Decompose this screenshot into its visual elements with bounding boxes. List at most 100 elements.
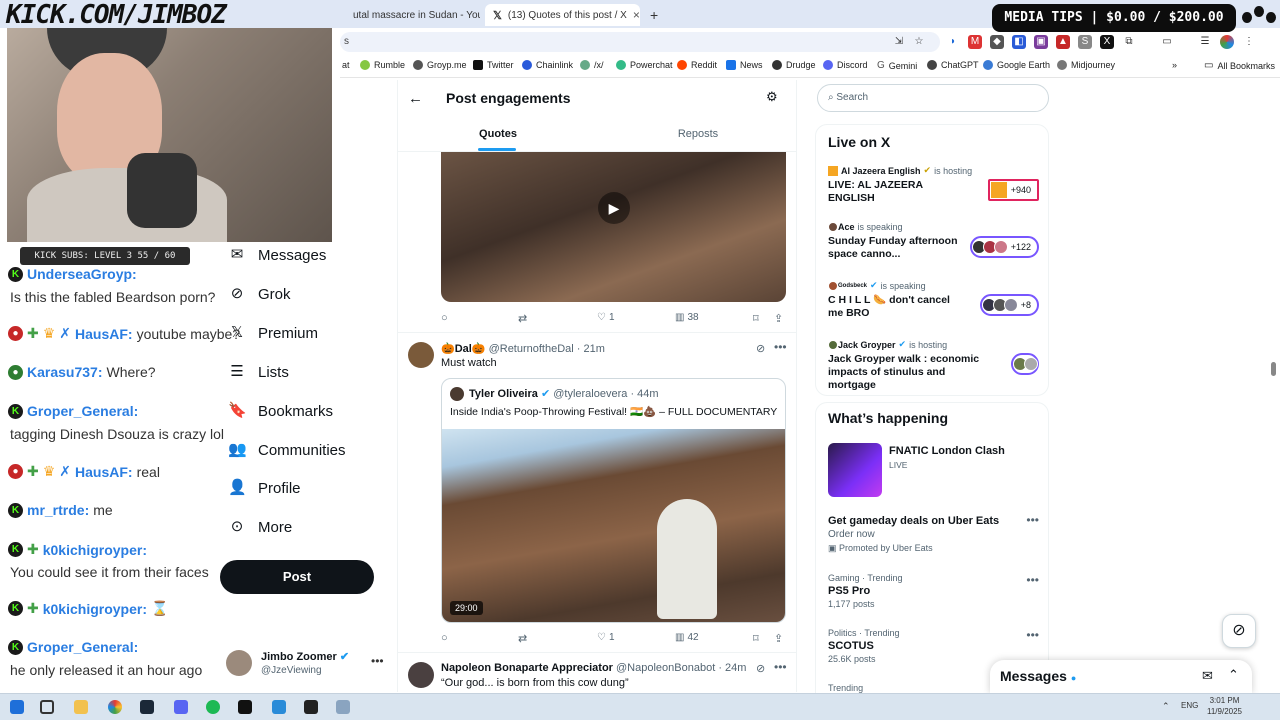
bookmark-item[interactable]: G Gemini	[877, 60, 917, 71]
account-switcher[interactable]: Jimbo Zoomer ✔ @JzeViewing •••	[226, 648, 391, 682]
messages-drawer[interactable]: Messages ● ✉ ⌃	[990, 660, 1252, 693]
new-message-icon[interactable]: ✉	[1202, 668, 1213, 684]
extension-icon[interactable]: S	[1078, 35, 1092, 49]
extension-icon[interactable]: M	[968, 35, 982, 49]
tab-quotes[interactable]: Quotes	[398, 122, 598, 152]
nav-communities[interactable]: 👥 Communities	[228, 441, 346, 459]
more-icon[interactable]: •••	[1026, 573, 1039, 587]
menu-icon[interactable]: ☰	[1198, 35, 1212, 49]
event-thumbnail[interactable]	[828, 443, 882, 497]
address-field[interactable]: s	[340, 32, 940, 52]
tab-reposts[interactable]: Reposts	[598, 122, 796, 152]
discord-icon[interactable]	[174, 700, 188, 714]
bookmark-item[interactable]: /x/	[580, 60, 604, 70]
bookmark-button[interactable]: ⌑	[753, 312, 759, 325]
post-button[interactable]: Post	[220, 560, 374, 594]
bookmark-item[interactable]: Discord	[823, 60, 868, 70]
chevron-up-icon[interactable]: ⌃	[1228, 667, 1239, 683]
chrome-icon[interactable]	[108, 700, 122, 714]
more-icon[interactable]: •••	[774, 340, 787, 354]
more-icon[interactable]: •••	[371, 654, 384, 668]
bookmark-item[interactable]: Google Earth	[983, 60, 1050, 70]
author-name[interactable]: 🎃Dal🎃	[441, 343, 486, 355]
shield-icon[interactable]: ◆	[990, 35, 1004, 49]
install-icon[interactable]: ⇲	[892, 35, 906, 49]
nav-messages[interactable]: ✉ Messages	[228, 246, 327, 264]
language-indicator[interactable]: ENG	[1181, 701, 1198, 710]
kebab-menu-icon[interactable]: ⋮	[1242, 35, 1256, 49]
video-thumbnail[interactable]: 29:00	[442, 429, 785, 622]
author-handle[interactable]: @ReturnoftheDal	[489, 343, 574, 355]
spotify-icon[interactable]	[206, 700, 220, 714]
more-icon[interactable]: •••	[774, 660, 787, 674]
nav-premium[interactable]: 𝕏 Premium	[228, 324, 318, 342]
all-bookmarks[interactable]: ▭ All Bookmarks	[1204, 60, 1275, 71]
avatar[interactable]	[1220, 35, 1234, 49]
bookmark-item[interactable]: at	[342, 60, 350, 70]
grok-icon[interactable]: ⊘	[756, 342, 765, 355]
listener-count[interactable]: +940	[987, 179, 1039, 201]
avatar[interactable]	[408, 662, 434, 688]
more-icon[interactable]: •••	[1026, 628, 1039, 642]
quoted-tweet[interactable]: Tyler Oliveira ✔ @tyleraloevera · 44m In…	[441, 378, 786, 623]
sidebar-icon[interactable]: ▭	[1160, 35, 1174, 49]
bookmark-item[interactable]: Reddit	[677, 60, 717, 70]
live-space[interactable]: Godsbeck ✔ is speaking C H I L L 🌭 don't c…	[828, 280, 1043, 320]
trend-item[interactable]: Politics · Trending SCOTUS 25.6K posts •…	[828, 628, 1043, 664]
extension-icon[interactable]: ◗	[946, 35, 960, 49]
browser-tab-active[interactable]: 𝕏 (13) Quotes of this post / X ×	[485, 4, 640, 26]
terminal-icon[interactable]	[238, 700, 252, 714]
more-icon[interactable]: •••	[1026, 513, 1039, 527]
extension-icon[interactable]: ◧	[1012, 35, 1026, 49]
author-name[interactable]: Napoleon Bonaparte Appreciator	[441, 662, 613, 674]
bookmark-item[interactable]: Twitter	[473, 60, 514, 70]
video-thumbnail[interactable]: ▶	[441, 152, 786, 302]
avatar[interactable]	[408, 342, 434, 368]
share-button[interactable]: ⇪	[774, 632, 783, 645]
reply-button[interactable]: ○	[441, 312, 448, 324]
chevron-right-icon[interactable]: »	[1172, 60, 1177, 70]
x-extension-icon[interactable]: X	[1100, 35, 1114, 49]
like-button[interactable]: ♡ 1	[597, 312, 615, 323]
puzzle-icon[interactable]: ⧉	[1122, 35, 1136, 49]
clock[interactable]: 3:01 PM 11/9/2025	[1207, 695, 1242, 717]
like-button[interactable]: ♡ 1	[597, 632, 615, 643]
listener-count[interactable]: +122	[969, 236, 1039, 258]
event-name[interactable]: FNATIC London Clash	[889, 445, 1005, 457]
browser-tab[interactable]: utal massacre in Sudan - You ×	[345, 4, 480, 26]
live-space[interactable]: Jack Groyper ✔ is hosting Jack Groyper wal…	[828, 339, 1043, 392]
app-icon[interactable]	[272, 700, 286, 714]
new-tab-button[interactable]: +	[642, 4, 662, 26]
grok-icon[interactable]: ⊘	[756, 662, 765, 675]
live-space[interactable]: Al Jazeera English ✔ is hosting LIVE: AL J…	[828, 165, 1043, 205]
task-view-icon[interactable]	[40, 700, 54, 714]
author-handle[interactable]: @NapoleonBonabot	[616, 662, 715, 674]
live-space[interactable]: Ace is speaking Sunday Funday afternoon s…	[828, 222, 1043, 261]
obs-icon[interactable]	[304, 700, 318, 714]
app-icon[interactable]	[336, 700, 350, 714]
windows-start-icon[interactable]	[10, 700, 24, 714]
share-button[interactable]: ⇪	[774, 312, 783, 325]
back-arrow-icon[interactable]: ←	[408, 90, 423, 107]
listener-count[interactable]: +8	[979, 294, 1039, 316]
listener-count[interactable]	[1011, 353, 1039, 375]
views-button[interactable]: ▥ 42	[675, 632, 699, 643]
scrollbar-thumb[interactable]	[1271, 362, 1276, 376]
extension-icon[interactable]: ▣	[1034, 35, 1048, 49]
bookmark-item[interactable]: Powerchat	[616, 60, 673, 70]
nav-bookmarks[interactable]: 🔖 Bookmarks	[228, 402, 333, 420]
grok-icon[interactable]: ⊘	[1222, 614, 1256, 648]
bookmark-item[interactable]: Groyp.me	[413, 60, 467, 70]
bookmark-button[interactable]: ⌑	[753, 632, 759, 645]
bookmark-item[interactable]: ChatGPT	[927, 60, 979, 70]
file-explorer-icon[interactable]	[74, 700, 88, 714]
bookmark-item[interactable]: Chainlink	[522, 60, 573, 70]
repost-button[interactable]: ⇄	[518, 312, 527, 325]
bookmark-item[interactable]: News	[726, 60, 763, 70]
filter-icon[interactable]: ⚙	[766, 89, 778, 105]
reply-button[interactable]: ○	[441, 632, 448, 644]
views-button[interactable]: ▥ 38	[675, 312, 699, 323]
bookmark-item[interactable]: Midjourney	[1057, 60, 1115, 70]
repost-button[interactable]: ⇄	[518, 632, 527, 645]
close-icon[interactable]: ×	[633, 8, 640, 22]
